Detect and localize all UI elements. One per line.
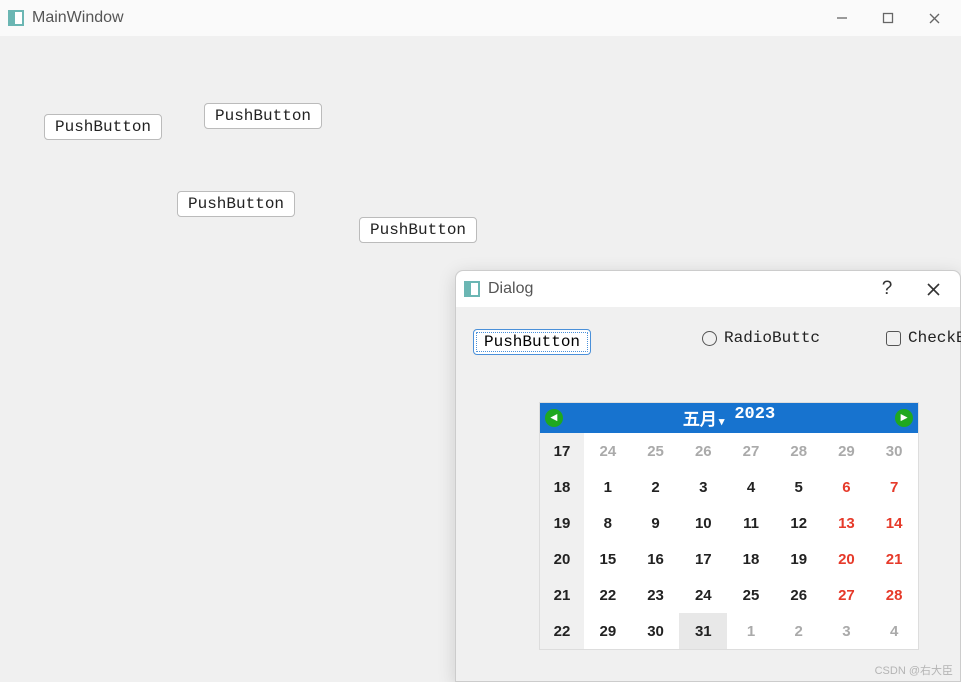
calendar-year[interactable]: 2023 [734, 405, 775, 431]
main-titlebar: MainWindow [0, 0, 961, 36]
calendar-day[interactable]: 3 [823, 613, 871, 649]
pushbutton-3[interactable]: PushButton [177, 191, 295, 217]
week-number: 17 [540, 433, 584, 469]
calendar-day[interactable]: 30 [870, 433, 918, 469]
radio-label: RadioButtc [724, 329, 820, 347]
calendar-day[interactable]: 28 [775, 433, 823, 469]
calendar-day[interactable]: 18 [727, 541, 775, 577]
checkbox-icon [886, 331, 901, 346]
calendar-day[interactable]: 20 [823, 541, 871, 577]
calendar-day[interactable]: 24 [679, 577, 727, 613]
app-icon [8, 10, 24, 26]
checkbox-label: CheckB [908, 329, 961, 347]
calendar-day[interactable]: 4 [870, 613, 918, 649]
calendar-day[interactable]: 17 [679, 541, 727, 577]
calendar-day[interactable]: 26 [775, 577, 823, 613]
calendar-day[interactable]: 30 [632, 613, 680, 649]
calendar-day[interactable]: 11 [727, 505, 775, 541]
help-button[interactable]: ? [864, 271, 910, 307]
calendar-day[interactable]: 3 [679, 469, 727, 505]
week-number: 18 [540, 469, 584, 505]
calendar-day[interactable]: 23 [632, 577, 680, 613]
arrow-right-icon: ► [895, 409, 913, 427]
calendar-day[interactable]: 27 [727, 433, 775, 469]
calendar-day[interactable]: 25 [632, 433, 680, 469]
main-title: MainWindow [32, 9, 124, 27]
calendar-day[interactable]: 2 [632, 469, 680, 505]
calendar-day[interactable]: 24 [584, 433, 632, 469]
calendar-day[interactable]: 2 [775, 613, 823, 649]
week-number: 22 [540, 613, 584, 649]
calendar-day[interactable]: 15 [584, 541, 632, 577]
calendar-day[interactable]: 26 [679, 433, 727, 469]
calendar-day[interactable]: 22 [584, 577, 632, 613]
dialog-window: Dialog ? PushButton RadioButtc CheckB ◄ … [455, 270, 961, 682]
calendar-day[interactable]: 8 [584, 505, 632, 541]
next-month-button[interactable]: ► [890, 404, 918, 432]
calendar-day[interactable]: 4 [727, 469, 775, 505]
dialog-titlebar: Dialog ? [456, 271, 960, 307]
prev-month-button[interactable]: ◄ [540, 404, 568, 432]
calendar-day[interactable]: 21 [870, 541, 918, 577]
calendar-day[interactable]: 5 [775, 469, 823, 505]
calendar-day[interactable]: 28 [870, 577, 918, 613]
calendar-day[interactable]: 19 [775, 541, 823, 577]
calendar-day[interactable]: 1 [727, 613, 775, 649]
radio-button[interactable]: RadioButtc [702, 329, 820, 347]
calendar-day[interactable]: 14 [870, 505, 918, 541]
week-number: 21 [540, 577, 584, 613]
calendar-widget[interactable]: ◄ 五月 2023 ► 1724252627282930181234567198… [539, 402, 919, 650]
calendar-day[interactable]: 10 [679, 505, 727, 541]
pushbutton-2[interactable]: PushButton [204, 103, 322, 129]
close-button[interactable] [911, 0, 957, 36]
calendar-month[interactable]: 五月 [683, 405, 725, 431]
calendar-day[interactable]: 29 [823, 433, 871, 469]
radio-icon [702, 331, 717, 346]
dialog-close-button[interactable] [910, 271, 956, 307]
calendar-day[interactable]: 7 [870, 469, 918, 505]
week-number: 19 [540, 505, 584, 541]
calendar-day[interactable]: 31 [679, 613, 727, 649]
minimize-button[interactable] [819, 0, 865, 36]
calendar-header: ◄ 五月 2023 ► [540, 403, 918, 433]
calendar-day[interactable]: 1 [584, 469, 632, 505]
maximize-button[interactable] [865, 0, 911, 36]
dialog-title: Dialog [488, 280, 533, 298]
calendar-day[interactable]: 29 [584, 613, 632, 649]
watermark: CSDN @右大臣 [875, 662, 953, 678]
calendar-day[interactable]: 6 [823, 469, 871, 505]
dialog-icon [464, 281, 480, 297]
calendar-day[interactable]: 16 [632, 541, 680, 577]
arrow-left-icon: ◄ [545, 409, 563, 427]
calendar-grid: 1724252627282930181234567198910111213142… [540, 433, 918, 649]
calendar-day[interactable]: 25 [727, 577, 775, 613]
pushbutton-4[interactable]: PushButton [359, 217, 477, 243]
calendar-day[interactable]: 12 [775, 505, 823, 541]
week-number: 20 [540, 541, 584, 577]
pushbutton-1[interactable]: PushButton [44, 114, 162, 140]
calendar-day[interactable]: 13 [823, 505, 871, 541]
dialog-pushbutton[interactable]: PushButton [473, 329, 591, 355]
calendar-day[interactable]: 27 [823, 577, 871, 613]
checkbox[interactable]: CheckB [886, 329, 961, 347]
calendar-day[interactable]: 9 [632, 505, 680, 541]
